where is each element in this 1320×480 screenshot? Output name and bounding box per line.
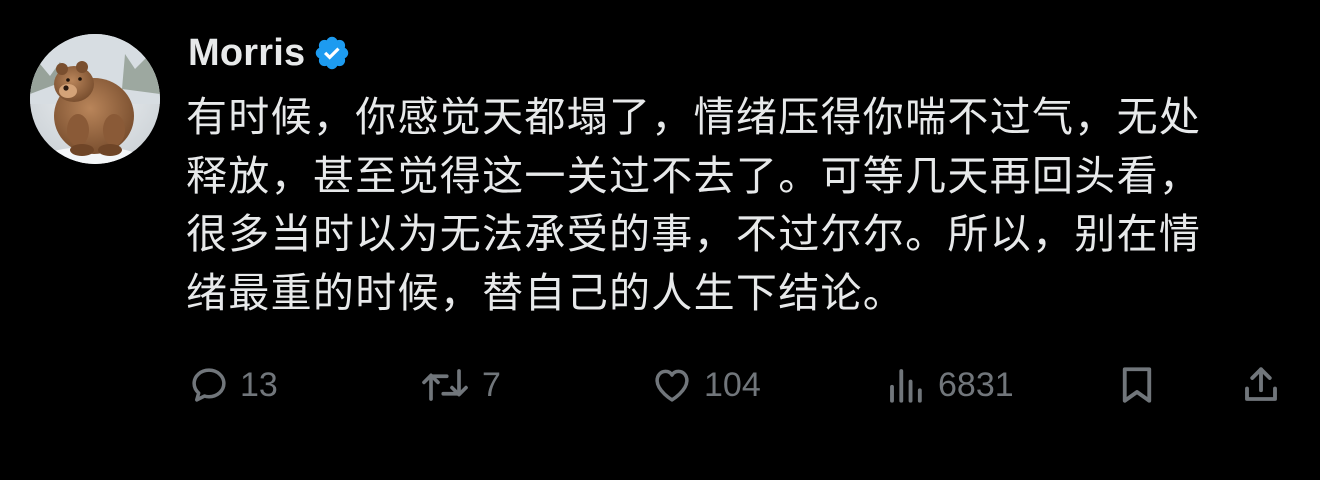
bookmark-icon bbox=[1122, 367, 1152, 403]
share-button[interactable] bbox=[1240, 355, 1282, 415]
verified-badge-icon bbox=[316, 36, 349, 70]
views-count: 6831 bbox=[938, 365, 1014, 404]
avatar[interactable] bbox=[30, 34, 160, 164]
heart-icon bbox=[655, 369, 689, 402]
tweet-text-line: 很多当时以为无法承受的事，不过尔尔。所以，别在情 bbox=[186, 210, 1202, 258]
views-button[interactable]: 6831 bbox=[884, 355, 1014, 415]
share-icon bbox=[1245, 367, 1277, 401]
bear-avatar-icon bbox=[30, 34, 160, 164]
author-name[interactable]: Morris bbox=[188, 32, 305, 75]
like-button[interactable]: 104 bbox=[650, 355, 761, 415]
tweet-text: 有时候，你感觉天都塌了，情绪压得你喘不过气，无处 释放，甚至觉得这一关过不去了。… bbox=[186, 88, 1286, 322]
views-icon bbox=[890, 369, 922, 403]
like-count: 104 bbox=[704, 365, 761, 404]
bookmark-button[interactable] bbox=[1116, 355, 1158, 415]
action-bar: 13 7 104 6831 bbox=[0, 355, 1320, 415]
reply-count: 13 bbox=[240, 365, 278, 404]
tweet: Morris 有时候，你感觉天都塌了，情绪压得你喘不过气，无处 释放，甚至觉得这… bbox=[0, 0, 1320, 480]
reply-icon bbox=[192, 368, 226, 402]
tweet-text-line: 绪最重的时候，替自己的人生下结论。 bbox=[186, 268, 906, 317]
tweet-header: Morris bbox=[188, 28, 351, 78]
retweet-button[interactable]: 7 bbox=[418, 355, 501, 415]
retweet-count: 7 bbox=[482, 365, 501, 404]
retweet-icon bbox=[422, 369, 468, 401]
tweet-text-line: 释放，甚至觉得这一关过不去了。可等几天再回头看， bbox=[186, 151, 1202, 200]
tweet-text-line: 有时候，你感觉天都塌了，情绪压得你喘不过气，无处 bbox=[186, 93, 1202, 141]
reply-button[interactable]: 13 bbox=[188, 355, 278, 415]
